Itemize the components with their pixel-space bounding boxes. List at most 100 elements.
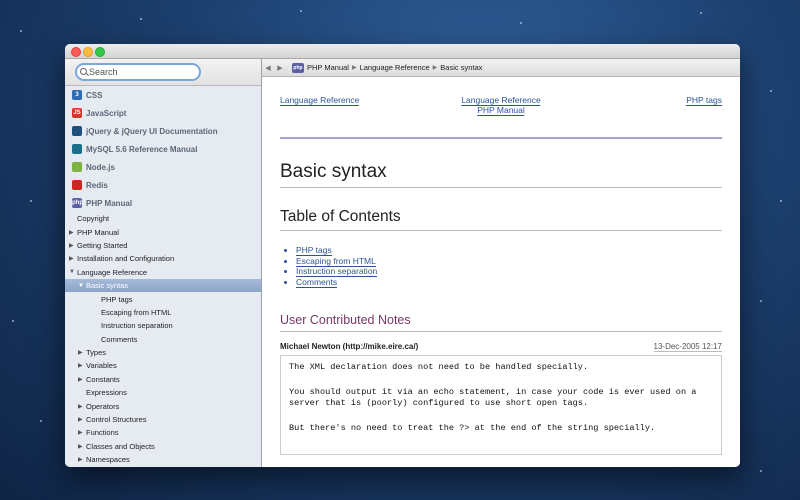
tree-item-label: Namespaces bbox=[86, 455, 130, 465]
tree-item[interactable]: Copyright bbox=[65, 212, 261, 225]
docset-label: Redis bbox=[86, 180, 108, 190]
tree-item[interactable]: ▶ Operators bbox=[65, 399, 261, 412]
docset-item[interactable]: Node.js bbox=[65, 158, 261, 176]
tree-item-label: Constants bbox=[86, 374, 120, 384]
docset-item[interactable]: jQuery & jQuery UI Documentation bbox=[65, 122, 261, 140]
note-date: 13-Dec-2005 12:17 bbox=[653, 342, 722, 353]
tree-item[interactable]: ▶ Variables bbox=[65, 359, 261, 372]
disclosure-closed-icon[interactable]: ▶ bbox=[69, 229, 77, 236]
tree-item[interactable]: ▶ Types bbox=[65, 346, 261, 359]
tree-item[interactable]: Expressions bbox=[65, 386, 261, 399]
page-top-navigation: Language Reference Language Reference PH… bbox=[280, 95, 722, 135]
docset-label: Node.js bbox=[86, 162, 115, 172]
notes-heading: User Contributed Notes bbox=[280, 313, 722, 333]
tree-item-label: Escaping from HTML bbox=[101, 307, 172, 317]
divider bbox=[280, 137, 722, 139]
tree-item[interactable]: PHP tags bbox=[65, 292, 261, 305]
app-window: Search 3 CSS JS JavaScript jQuery & jQuery U… bbox=[65, 44, 740, 467]
tree-item[interactable]: ▶ Installation and Configuration bbox=[65, 252, 261, 265]
tree-item-label: Comments bbox=[101, 334, 138, 344]
tree-item[interactable]: ▶ Constants bbox=[65, 373, 261, 386]
breadcrumb-item[interactable]: PHP Manual bbox=[307, 63, 349, 72]
back-arrow-icon[interactable]: ◀ bbox=[262, 64, 274, 72]
docset-item[interactable]: JS JavaScript bbox=[65, 104, 261, 122]
tree-item-label: Copyright bbox=[77, 214, 110, 224]
page-title: Basic syntax bbox=[280, 161, 722, 188]
php-icon: php bbox=[72, 198, 83, 208]
minimize-window-button[interactable] bbox=[83, 47, 93, 57]
tree-item[interactable]: ▼ Language Reference bbox=[65, 266, 261, 279]
search-input[interactable]: Search bbox=[75, 63, 201, 81]
docset-item[interactable]: MySQL 5.6 Reference Manual bbox=[65, 140, 261, 158]
disclosure-open-icon[interactable]: ▼ bbox=[69, 269, 77, 275]
search-placeholder: Search bbox=[89, 67, 118, 77]
tree-item[interactable]: ▶ PHP Manual bbox=[65, 225, 261, 238]
tree-item-label: Basic syntax bbox=[86, 281, 129, 291]
breadcrumb-item[interactable]: Basic syntax bbox=[440, 63, 482, 72]
toc-item: PHP tags bbox=[296, 245, 722, 256]
next-page-link[interactable]: PHP tags bbox=[686, 95, 722, 106]
docset-item[interactable]: 3 CSS bbox=[65, 86, 261, 104]
disclosure-open-icon[interactable]: ▼ bbox=[78, 283, 86, 289]
title-bar[interactable] bbox=[65, 44, 740, 59]
zoom-window-button[interactable] bbox=[95, 47, 105, 57]
prev-page-link[interactable]: Language Reference bbox=[280, 95, 360, 106]
forward-arrow-icon[interactable]: ▶ bbox=[274, 64, 286, 72]
toc-link[interactable]: PHP tags bbox=[296, 245, 332, 256]
docset-item[interactable]: php PHP Manual bbox=[65, 194, 261, 212]
docset-label: CSS bbox=[86, 90, 103, 100]
toc-item: Comments bbox=[296, 276, 722, 288]
redis-icon bbox=[72, 180, 82, 190]
toc-list: PHP tagsEscaping from HTMLInstruction se… bbox=[280, 245, 722, 288]
toc-item: Instruction separation bbox=[296, 266, 722, 278]
tree-item-label: Functions bbox=[86, 428, 119, 438]
toc-item: Escaping from HTML bbox=[296, 255, 722, 267]
tree-item-label: Expressions bbox=[86, 388, 127, 398]
js-icon: JS bbox=[72, 108, 82, 118]
disclosure-closed-icon[interactable]: ▶ bbox=[78, 376, 86, 383]
tree-item[interactable]: Instruction separation bbox=[65, 319, 261, 332]
breadcrumb-separator-icon: ▶ bbox=[432, 65, 438, 71]
breadcrumb-separator-icon: ▶ bbox=[351, 65, 357, 71]
disclosure-closed-icon[interactable]: ▶ bbox=[78, 456, 86, 463]
jquery-icon bbox=[72, 126, 82, 136]
tree-item[interactable]: ▶ Getting Started bbox=[65, 239, 261, 252]
tree-item[interactable]: ▼ Basic syntax bbox=[65, 278, 261, 293]
tree-item-label: Getting Started bbox=[77, 240, 128, 250]
close-window-button[interactable] bbox=[71, 47, 81, 57]
toc-heading: Table of Contents bbox=[280, 208, 722, 231]
disclosure-closed-icon[interactable]: ▶ bbox=[78, 403, 86, 410]
tree-item-label: Installation and Configuration bbox=[77, 254, 175, 264]
tree-item[interactable]: ▶ Classes and Objects bbox=[65, 440, 261, 453]
disclosure-closed-icon[interactable]: ▶ bbox=[78, 443, 86, 450]
note-author: Michael Newton (http://mike.eire.ca/) bbox=[280, 342, 419, 352]
disclosure-closed-icon[interactable]: ▶ bbox=[78, 416, 86, 423]
tree-item[interactable]: ▶ Control Structures bbox=[65, 413, 261, 426]
tree-item[interactable]: Escaping from HTML bbox=[65, 306, 261, 319]
tree-item-label: Language Reference bbox=[77, 267, 148, 277]
docset-item[interactable]: Redis bbox=[65, 176, 261, 194]
search-icon bbox=[80, 68, 87, 75]
docset-list: 3 CSS JS JavaScript jQuery & jQuery UI Docum… bbox=[65, 86, 261, 212]
sidebar: Search 3 CSS JS JavaScript jQuery & jQuery U… bbox=[65, 59, 262, 467]
tree-item-label: Variables bbox=[86, 361, 117, 371]
content-pane: ◀ ▶ php PHP Manual ▶ Language Reference … bbox=[262, 59, 740, 467]
disclosure-closed-icon[interactable]: ▶ bbox=[69, 242, 77, 249]
toc-link[interactable]: Escaping from HTML bbox=[296, 255, 376, 267]
toc-link[interactable]: Instruction separation bbox=[296, 266, 378, 278]
toc-link[interactable]: Comments bbox=[296, 276, 338, 288]
disclosure-closed-icon[interactable]: ▶ bbox=[78, 349, 86, 356]
disclosure-closed-icon[interactable]: ▶ bbox=[78, 429, 86, 436]
tree-item[interactable]: Comments bbox=[65, 333, 261, 346]
note-paragraph: The XML declaration does not need to be … bbox=[289, 362, 589, 373]
note-header: Michael Newton (http://mike.eire.ca/) 13… bbox=[280, 342, 722, 353]
tree-item[interactable]: ▶ Namespaces bbox=[65, 453, 261, 466]
manual-home-link[interactable]: PHP Manual bbox=[477, 105, 525, 116]
disclosure-closed-icon[interactable]: ▶ bbox=[78, 362, 86, 369]
note-paragraph: But there's no need to treat the ?> at t… bbox=[289, 423, 656, 434]
note-paragraph: You should output it via an echo stateme… bbox=[289, 387, 697, 409]
tree-item[interactable]: ▶ Functions bbox=[65, 426, 261, 439]
tree-item[interactable]: ▶Exceptions bbox=[65, 466, 261, 467]
disclosure-closed-icon[interactable]: ▶ bbox=[69, 255, 77, 262]
breadcrumb-item[interactable]: Language Reference bbox=[360, 63, 430, 72]
